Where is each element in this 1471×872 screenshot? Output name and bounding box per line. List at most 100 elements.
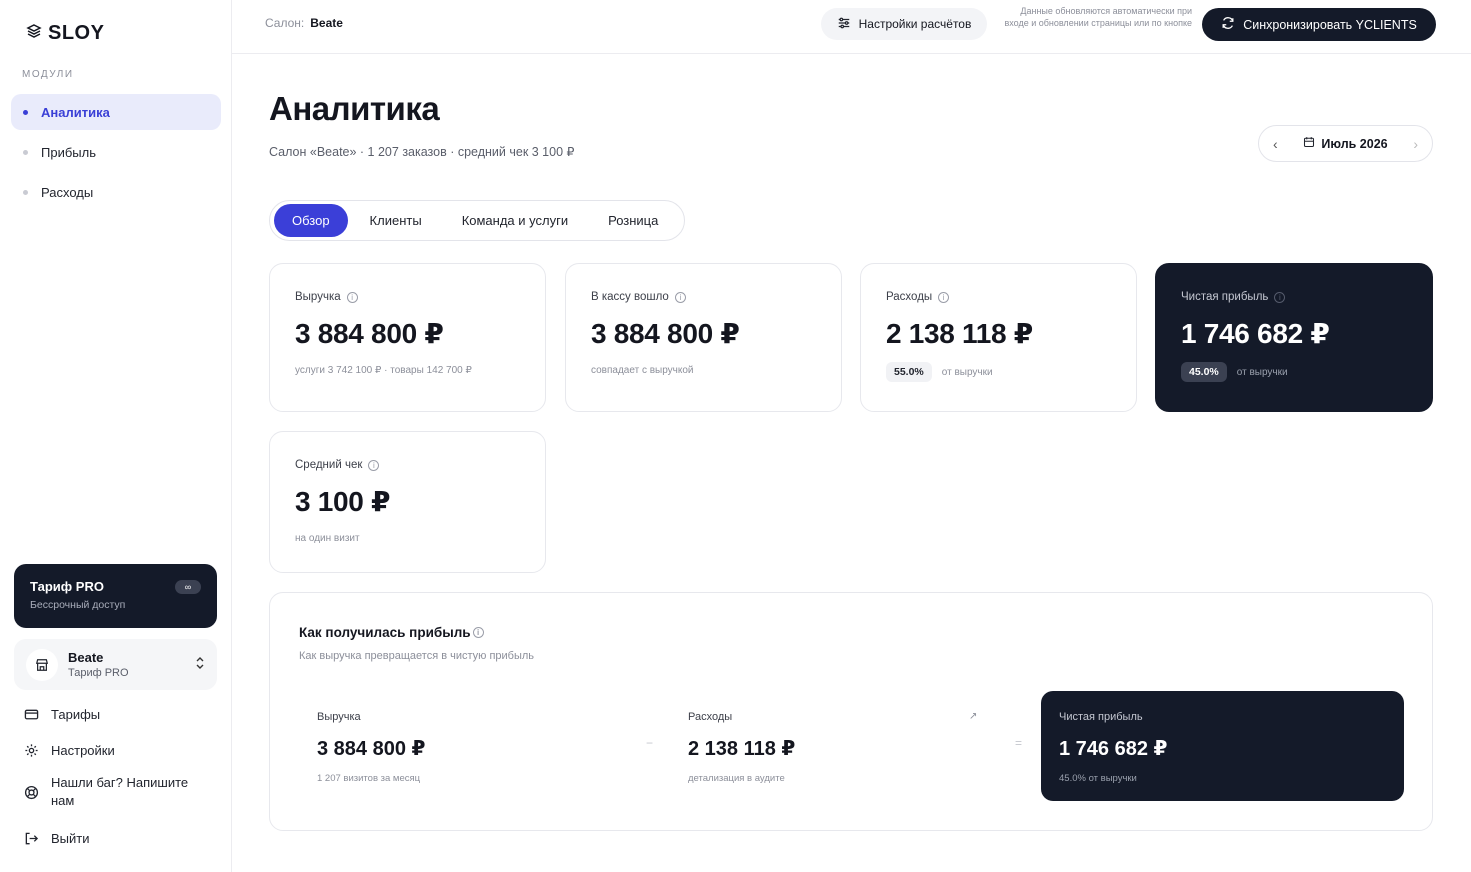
net-profit-label: Чистая прибыль i: [1181, 291, 1407, 303]
modules-label: МОДУЛИ: [22, 69, 74, 80]
sidebar-link-label: Тарифы: [51, 706, 101, 722]
sidebar-item-profit[interactable]: Прибыль: [11, 134, 221, 170]
avg-check-note: на один визит: [295, 533, 360, 544]
equals-sign: =: [1015, 736, 1023, 750]
info-icon[interactable]: i: [674, 291, 686, 303]
salon-plan: Тариф PRO: [68, 667, 129, 679]
net-profit-note-row: 45.0% от выручки: [1181, 362, 1407, 382]
net-profit-value: 1 746 682 ₽: [1181, 318, 1330, 349]
calc-settings-button[interactable]: Настройки расчётов: [821, 8, 987, 40]
pp-revenue-label: Выручка: [317, 711, 361, 723]
layers-icon: [26, 22, 42, 45]
store-icon: [26, 648, 58, 681]
sidebar-item-expenses[interactable]: Расходы: [11, 174, 221, 210]
brand-logo[interactable]: SLOY: [26, 22, 104, 45]
analytics-tabs: Обзор Клиенты Команда и услуги Розница: [269, 200, 686, 241]
pp-expenses-note: детализация в аудите: [688, 773, 785, 784]
expenses-note-row: 55.0% от выручки: [886, 362, 1111, 382]
gear-icon: [22, 741, 40, 759]
external-link-icon[interactable]: ↗: [969, 711, 977, 722]
app-window: SLOY МОДУЛИ Аналитика Прибыль Расходы Та…: [0, 0, 1471, 872]
pp-net-profit: Чистая прибыль 1 746 682 ₽ 45.0% от выру…: [1041, 691, 1404, 801]
bullet-icon: [23, 189, 28, 195]
info-icon[interactable]: i: [938, 291, 950, 303]
cash-label: В кассу вошло i: [591, 291, 816, 303]
sidebar-link-logout[interactable]: Выйти: [22, 824, 222, 852]
expenses-card: Расходы i 2 138 118 ₽ 55.0% от выручки: [860, 263, 1137, 412]
pp-net-profit-note: 45.0% от выручки: [1059, 773, 1137, 784]
avg-check-card: Средний чек i 3 100 ₽ на один визит: [269, 431, 546, 573]
pp-expenses: Расходы 2 138 118 ₽ детализация в аудите: [688, 711, 795, 784]
calc-settings-label: Настройки расчётов: [858, 17, 972, 31]
info-icon[interactable]: i: [1274, 291, 1286, 303]
expenses-pct-badge: 55.0%: [886, 362, 932, 382]
info-icon[interactable]: i: [472, 627, 484, 638]
net-profit-pct-badge: 45.0%: [1181, 362, 1227, 382]
card-label-text: Выручка: [295, 291, 341, 303]
pp-revenue: Выручка 3 884 800 ₽ 1 207 визитов за мес…: [317, 711, 425, 784]
sidebar-link-label: Выйти: [51, 830, 90, 846]
pp-expenses-label: Расходы: [688, 711, 733, 723]
page-title: Аналитика: [269, 90, 440, 127]
card-label-text: Средний чек: [295, 459, 363, 471]
sidebar-link-label: Настройки: [51, 742, 115, 758]
revenue-note: услуги 3 742 100 ₽ · товары 142 700 ₽: [295, 365, 472, 376]
profit-breakdown-panel: Как получилась прибыль i Как выручка пре…: [269, 592, 1433, 831]
sidebar-link-tariffs[interactable]: Тарифы: [22, 700, 222, 728]
cash-value: 3 884 800 ₽: [591, 318, 740, 349]
pp-revenue-note: 1 207 визитов за месяц: [317, 773, 421, 784]
salon-key: Салон:: [265, 16, 305, 30]
page-subtitle: Салон «Beate» · 1 207 заказов · средний …: [269, 145, 575, 159]
profit-panel-title: Как получилась прибыль i: [299, 625, 484, 640]
net-profit-card: Чистая прибыль i 1 746 682 ₽ 45.0% от выр…: [1155, 263, 1433, 412]
brand-name: SLOY: [48, 22, 105, 44]
sync-label: Синхронизировать YCLIENTS: [1243, 17, 1417, 32]
month-display[interactable]: Июль 2026: [1303, 136, 1388, 151]
plan-subtitle: Бессрочный доступ: [30, 599, 126, 611]
info-icon[interactable]: i: [346, 291, 358, 303]
sync-note: Данные обновляются автоматически при вхо…: [1004, 6, 1192, 28]
infinity-badge: ∞: [175, 580, 201, 594]
sliders-icon: [837, 16, 851, 33]
chevron-right-icon[interactable]: ›: [1413, 136, 1418, 152]
card-label-text: Расходы: [886, 291, 933, 303]
sidebar-link-label: Нашли баг? Напишите нам: [51, 775, 189, 808]
month-picker: ‹ Июль 2026 ›: [1258, 125, 1433, 162]
bullet-icon: [23, 109, 28, 115]
plan-card[interactable]: Тариф PRO Бессрочный доступ ∞: [14, 564, 217, 628]
sync-yclients-button[interactable]: Синхронизировать YCLIENTS: [1202, 8, 1436, 41]
tab-overview[interactable]: Обзор: [274, 204, 348, 237]
salon-switcher[interactable]: Beate Тариф PRO: [14, 639, 217, 690]
sidebar-link-settings[interactable]: Настройки: [22, 736, 222, 764]
net-profit-note: от выручки: [1236, 366, 1288, 378]
sidebar-item-label: Аналитика: [41, 104, 110, 120]
sidebar-item-analytics[interactable]: Аналитика: [11, 94, 221, 130]
revenue-label: Выручка i: [295, 291, 520, 303]
tab-clients[interactable]: Клиенты: [352, 204, 440, 237]
salon-breadcrumb: Салон: Beate: [265, 16, 343, 30]
cash-note: совпадает с выручкой: [591, 365, 694, 376]
expenses-value: 2 138 118 ₽: [886, 318, 1033, 349]
tab-team-services[interactable]: Команда и услуги: [444, 204, 586, 237]
refresh-icon: [1221, 16, 1235, 33]
sidebar-item-label: Расходы: [41, 184, 94, 200]
chevron-updown-icon: [195, 656, 205, 673]
info-icon[interactable]: i: [368, 459, 380, 471]
chevron-left-icon[interactable]: ‹: [1273, 136, 1278, 152]
calendar-icon: [1303, 136, 1315, 151]
sidebar-link-report-bug[interactable]: Нашли баг? Напишите нам: [22, 772, 222, 812]
avg-check-label: Средний чек i: [295, 459, 520, 471]
expenses-note: от выручки: [941, 366, 993, 378]
card-label-text: В кассу вошло: [591, 291, 669, 303]
card-icon: [22, 705, 40, 723]
card-label-text: Чистая прибыль: [1181, 291, 1269, 303]
sidebar-nav: Аналитика Прибыль Расходы: [11, 94, 221, 214]
expenses-label: Расходы i: [886, 291, 1111, 303]
profit-panel-subtitle: Как выручка превращается в чистую прибыл…: [299, 650, 535, 662]
pp-net-profit-label: Чистая прибыль: [1059, 711, 1143, 723]
sidebar: SLOY МОДУЛИ Аналитика Прибыль Расходы Та…: [0, 0, 232, 872]
cash-card: В кассу вошло i 3 884 800 ₽ совпадает с в…: [565, 263, 842, 412]
revenue-value: 3 884 800 ₽: [295, 318, 444, 349]
revenue-card: Выручка i 3 884 800 ₽ услуги 3 742 100 ₽ …: [269, 263, 546, 412]
tab-retail[interactable]: Розница: [590, 204, 676, 237]
